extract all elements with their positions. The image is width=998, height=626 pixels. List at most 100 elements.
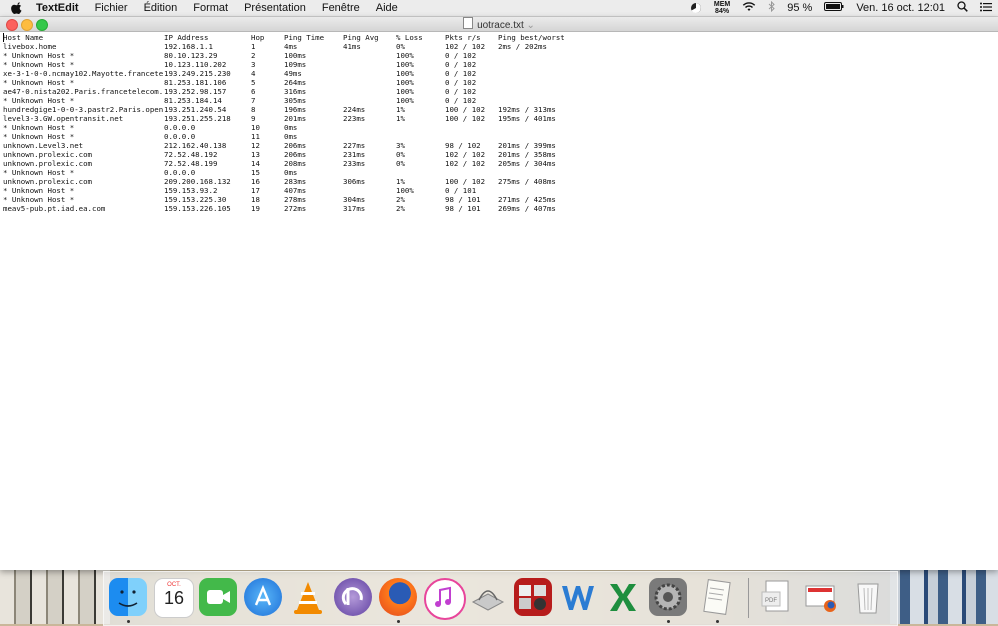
table-cell: 98 / 102 <box>445 141 481 150</box>
grapher-icon[interactable] <box>469 578 507 616</box>
word-icon[interactable] <box>559 578 597 616</box>
table-cell: 13 <box>251 150 260 159</box>
notification-center-icon[interactable] <box>974 2 998 15</box>
table-cell: 100% <box>396 69 414 78</box>
table-cell: 3 <box>251 60 256 69</box>
menu-edition[interactable]: Édition <box>136 0 186 16</box>
menu-aide[interactable]: Aide <box>368 0 406 16</box>
table-cell: 0.0.0.0 <box>164 168 196 177</box>
table-cell: 3% <box>396 141 405 150</box>
vlc-icon[interactable] <box>289 578 327 616</box>
menu-app-textedit[interactable]: TextEdit <box>28 0 87 16</box>
table-cell: 100ms <box>284 51 307 60</box>
app-store-icon[interactable] <box>244 578 282 616</box>
calendar-icon[interactable]: OCT. 16 <box>154 578 194 618</box>
table-cell: 2% <box>396 195 405 204</box>
wifi-icon[interactable] <box>736 1 762 15</box>
bluetooth-icon[interactable] <box>762 0 781 15</box>
table-cell: 1% <box>396 105 405 114</box>
menu-format[interactable]: Format <box>185 0 236 16</box>
table-cell: 7 <box>251 96 256 105</box>
table-cell: 102 / 102 <box>445 159 486 168</box>
photo-booth-icon[interactable] <box>514 578 552 616</box>
facetime-icon[interactable] <box>199 578 237 616</box>
menu-fenetre[interactable]: Fenêtre <box>314 0 368 16</box>
table-cell: 10 <box>251 123 260 132</box>
window-titlebar[interactable]: uotrace.txt ⌄ <box>0 17 998 32</box>
table-cell: 100% <box>396 87 414 96</box>
firefox-icon[interactable] <box>379 578 417 616</box>
table-cell: 271ms / 425ms <box>498 195 556 204</box>
chevron-down-icon[interactable]: ⌄ <box>527 20 535 31</box>
dock: OCT. 16 PDF <box>103 571 898 626</box>
table-cell: level3-3.GW.opentransit.net <box>3 114 124 123</box>
table-cell: 100 / 102 <box>445 177 486 186</box>
table-cell: meav5-pub.pt.iad.ea.com <box>3 204 106 213</box>
table-cell: 4ms <box>284 42 298 51</box>
window-title-area[interactable]: uotrace.txt ⌄ <box>0 17 998 33</box>
apple-menu-icon[interactable] <box>10 1 24 15</box>
memory-monitor-icon[interactable] <box>684 2 708 14</box>
system-preferences-icon[interactable] <box>649 578 687 616</box>
table-cell: * Unknown Host * <box>3 78 75 87</box>
table-cell: 264ms <box>284 78 307 87</box>
table-cell: 100 / 102 <box>445 105 486 114</box>
excel-icon[interactable] <box>604 578 642 616</box>
table-cell: 206ms <box>284 150 307 159</box>
table-cell: 9 <box>251 114 256 123</box>
menu-fichier[interactable]: Fichier <box>87 0 136 16</box>
firefox-document-icon[interactable] <box>802 578 840 616</box>
table-cell: 0.0.0.0 <box>164 132 196 141</box>
battery-percent[interactable]: 95 % <box>781 2 818 14</box>
table-cell: 1 <box>251 42 256 51</box>
table-cell: unknown.prolexic.com <box>3 159 92 168</box>
table-cell: 100% <box>396 78 414 87</box>
table-cell: 102 / 102 <box>445 42 486 51</box>
column-header: Ping Time <box>284 33 325 42</box>
table-cell: * Unknown Host * <box>3 60 75 69</box>
table-cell: 15 <box>251 168 260 177</box>
bittorrent-icon[interactable] <box>334 578 372 616</box>
table-cell: 304ms <box>343 195 366 204</box>
status-menus: MEM 84% 95 % Ven. 16 oct. 12:01 <box>684 0 998 16</box>
table-cell: 12 <box>251 141 260 150</box>
table-cell: 192.168.1.1 <box>164 42 213 51</box>
column-header: IP Address <box>164 33 209 42</box>
menu-presentation[interactable]: Présentation <box>236 0 314 16</box>
preview-pdf-icon[interactable]: PDF <box>757 578 795 616</box>
table-cell: 306ms <box>343 177 366 186</box>
table-cell: 2ms / 202ms <box>498 42 547 51</box>
table-cell: 193.251.255.218 <box>164 114 231 123</box>
finder-icon[interactable] <box>109 578 147 616</box>
table-cell: 81.253.184.14 <box>164 96 222 105</box>
clock[interactable]: Ven. 16 oct. 12:01 <box>850 2 951 14</box>
table-cell: 201ms / 358ms <box>498 150 556 159</box>
table-cell: 100% <box>396 60 414 69</box>
spotlight-search-icon[interactable] <box>951 1 974 15</box>
trash-icon[interactable] <box>849 578 887 616</box>
memory-monitor[interactable]: MEM 84% <box>708 1 736 15</box>
table-cell: 0 / 102 <box>445 60 477 69</box>
table-cell: 0ms <box>284 123 298 132</box>
table-cell: 209.200.168.132 <box>164 177 231 186</box>
text-document-area[interactable]: Host Name IP Address Hop Ping Time Ping Avg%… <box>0 32 998 570</box>
table-cell: 0ms <box>284 168 298 177</box>
menu-bar: TextEdit Fichier Édition Format Présenta… <box>0 0 998 17</box>
desktop-wallpaper-left <box>0 570 110 624</box>
battery-icon[interactable] <box>818 2 850 14</box>
textedit-icon[interactable] <box>698 578 736 616</box>
table-cell: 100% <box>396 96 414 105</box>
table-cell: 11 <box>251 132 260 141</box>
table-cell: 2% <box>396 204 405 213</box>
table-cell: 10.123.110.202 <box>164 60 227 69</box>
table-cell: 193.249.215.230 <box>164 69 231 78</box>
itunes-icon[interactable] <box>424 578 466 620</box>
column-header: Ping Avg <box>343 33 379 42</box>
table-cell: 0ms <box>284 132 298 141</box>
table-cell: 0 / 102 <box>445 78 477 87</box>
table-cell: 0 / 102 <box>445 51 477 60</box>
table-cell: 224ms <box>343 105 366 114</box>
table-cell: 72.52.48.199 <box>164 159 218 168</box>
memory-value: 84% <box>715 8 730 15</box>
table-cell: ae47-0.nista202.Paris.francetelecom.net <box>3 87 163 96</box>
